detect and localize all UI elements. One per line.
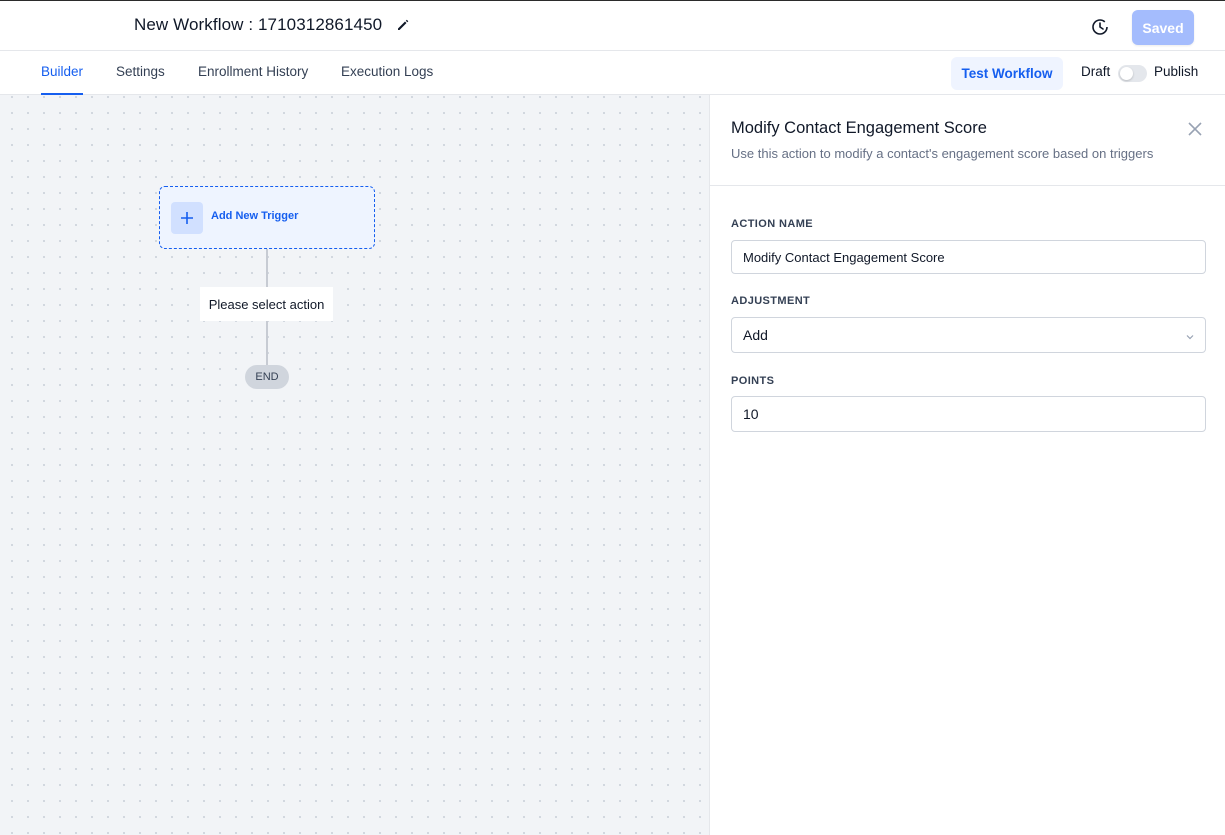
adjustment-label: ADJUSTMENT [731, 295, 811, 307]
adjustment-select[interactable]: Add [731, 317, 1206, 353]
chevron-down-icon [1184, 330, 1196, 342]
plus-icon [171, 202, 203, 234]
action-panel: Modify Contact Engagement Score Use this… [709, 95, 1225, 835]
publish-toggle[interactable] [1118, 65, 1147, 82]
panel-description: Use this action to modify a contact's en… [731, 146, 1154, 161]
toggle-knob [1120, 67, 1133, 80]
add-trigger-label: Add New Trigger [211, 210, 299, 222]
saved-button[interactable]: Saved [1132, 10, 1194, 45]
connector-line [266, 249, 268, 287]
test-workflow-button[interactable]: Test Workflow [951, 57, 1063, 90]
panel-header: Modify Contact Engagement Score Use this… [710, 95, 1225, 186]
tab-execution-logs[interactable]: Execution Logs [341, 51, 433, 95]
publish-label: Publish [1154, 64, 1199, 79]
connector-line [266, 321, 268, 365]
select-action-node[interactable]: Please select action [200, 287, 333, 321]
workflow-canvas[interactable]: Add New Trigger Please select action END [0, 95, 709, 835]
end-node: END [245, 365, 289, 389]
panel-title: Modify Contact Engagement Score [731, 119, 987, 137]
tab-builder[interactable]: Builder [41, 51, 84, 95]
workflow-title: New Workflow : 1710312861450 [134, 15, 383, 34]
tab-settings[interactable]: Settings [116, 51, 165, 95]
close-icon[interactable] [1187, 121, 1203, 137]
top-header: New Workflow : 1710312861450 Saved [0, 0, 1225, 51]
pencil-icon[interactable] [396, 18, 410, 32]
action-name-label: ACTION NAME [731, 218, 814, 230]
tab-bar: Builder Settings Enrollment History Exec… [0, 51, 1225, 95]
clock-history-icon[interactable] [1090, 17, 1110, 37]
tab-enrollment-history[interactable]: Enrollment History [198, 51, 308, 95]
adjustment-value: Add [743, 327, 768, 343]
add-trigger-card[interactable]: Add New Trigger [159, 186, 375, 249]
action-name-field[interactable]: Modify Contact Engagement Score [731, 240, 1206, 274]
draft-label: Draft [1081, 64, 1111, 79]
points-label: POINTS [731, 375, 775, 387]
points-field[interactable]: 10 [731, 396, 1206, 432]
